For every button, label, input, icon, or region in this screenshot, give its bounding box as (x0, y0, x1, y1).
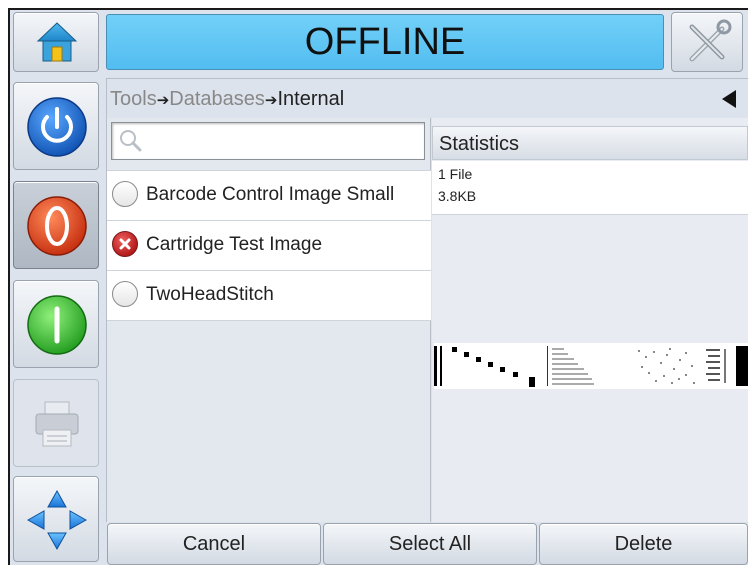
error-icon[interactable] (112, 231, 138, 257)
breadcrumb: Tools➔Databases➔Internal (110, 86, 670, 112)
list-item[interactable]: TwoHeadStitch (107, 271, 431, 321)
radio-unselected-icon[interactable] (112, 281, 138, 307)
stop-icon (27, 196, 87, 256)
breadcrumb-tools[interactable]: Tools (110, 88, 157, 110)
navigation-button[interactable] (13, 476, 99, 562)
list-item[interactable]: Cartridge Test Image (107, 221, 431, 271)
collapse-button[interactable] (716, 88, 742, 110)
search-input[interactable] (111, 122, 425, 160)
statistics-size: 3.8KB (438, 188, 477, 204)
statistics-file-count: 1 File (438, 166, 473, 182)
statistics-header: Statistics (432, 126, 748, 160)
collapse-arrow-icon (722, 90, 736, 108)
breadcrumb-separator: ➔ (264, 92, 278, 109)
home-button[interactable] (13, 12, 99, 72)
tools-button[interactable] (671, 12, 743, 72)
power-button[interactable] (13, 82, 99, 170)
navigation-icon (26, 489, 88, 551)
status-banner: OFFLINE (106, 14, 664, 70)
stop-button[interactable] (13, 181, 99, 269)
statistics-body: 1 File 3.8KB (432, 161, 748, 215)
image-preview (434, 343, 748, 389)
printer-icon (35, 401, 79, 447)
list-item-label: TwoHeadStitch (146, 284, 274, 305)
list-item[interactable]: Barcode Control Image Small (107, 171, 431, 221)
breadcrumb-internal: Internal (277, 88, 345, 110)
power-icon (27, 97, 87, 157)
list-item-label: Barcode Control Image Small (146, 184, 395, 205)
cancel-button[interactable]: Cancel (107, 523, 321, 565)
breadcrumb-databases[interactable]: Databases (169, 88, 265, 110)
search-icon (120, 130, 142, 152)
list-item-label: Cartridge Test Image (146, 234, 323, 255)
start-button[interactable] (13, 280, 99, 368)
select-all-button[interactable]: Select All (323, 523, 537, 565)
home-icon (36, 22, 78, 62)
breadcrumb-separator: ➔ (156, 92, 170, 109)
radio-unselected-icon[interactable] (112, 181, 138, 207)
tools-icon (689, 19, 732, 62)
start-icon (27, 295, 87, 355)
content-divider-top (106, 78, 748, 79)
print-button[interactable] (13, 379, 99, 467)
file-list: Barcode Control Image Small Cartridge Te… (107, 170, 431, 322)
delete-button[interactable]: Delete (539, 523, 748, 565)
